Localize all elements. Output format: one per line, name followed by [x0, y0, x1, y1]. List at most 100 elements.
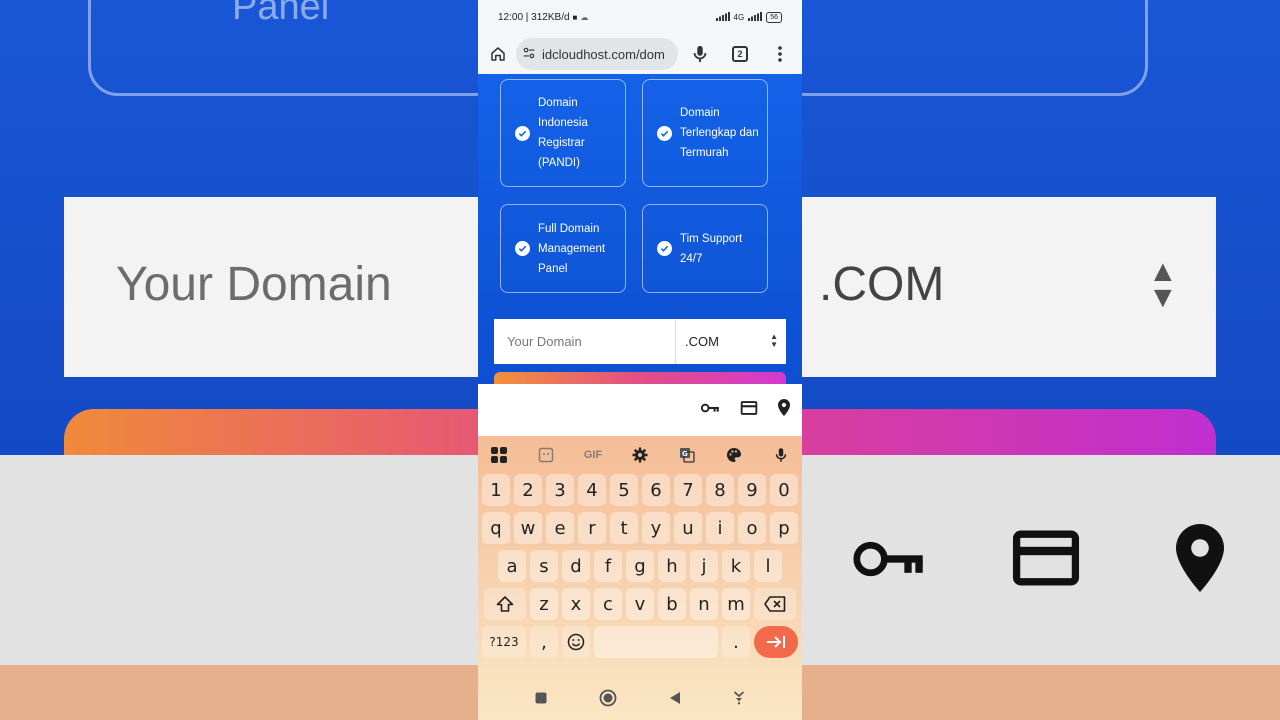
number-key[interactable]: 5	[610, 474, 638, 506]
back-triangle-icon[interactable]	[669, 691, 681, 710]
letter-key[interactable]: i	[706, 512, 734, 544]
letter-key[interactable]: l	[754, 550, 782, 582]
bg-tld: .COM	[819, 258, 945, 311]
battery-icon: 56	[766, 11, 782, 23]
number-row: 1234567890	[478, 474, 802, 506]
number-key[interactable]: 4	[578, 474, 606, 506]
letter-key[interactable]: p	[770, 512, 798, 544]
bg-select-arrows-icon: ▲ ▼	[1148, 255, 1178, 314]
letter-key[interactable]: t	[610, 512, 638, 544]
more-menu-icon[interactable]	[768, 42, 792, 66]
bottom-row: ?123 , .	[478, 626, 802, 658]
feature-label: Full Domain Management Panel	[538, 222, 606, 275]
letter-key[interactable]: x	[562, 588, 590, 620]
letter-key[interactable]: k	[722, 550, 750, 582]
domain-search-form: .COM ▲▼	[494, 319, 786, 364]
letter-row-a: asdfghjkl	[478, 550, 802, 582]
network-label: 4G	[733, 12, 745, 22]
emoji-key[interactable]	[562, 626, 590, 658]
system-nav-bar	[478, 680, 802, 720]
payment-card-icon[interactable]	[740, 400, 758, 420]
search-domain-button[interactable]	[494, 372, 786, 384]
number-key[interactable]: 8	[706, 474, 734, 506]
settings-gear-icon[interactable]	[629, 444, 651, 466]
letter-key[interactable]: v	[626, 588, 654, 620]
tld-select[interactable]: .COM ▲ ▼	[676, 319, 786, 364]
browser-toolbar: idcloudhost.com/dom 2	[478, 34, 802, 74]
check-icon	[515, 125, 530, 141]
feature-label: Domain Indonesia Registrar (PANDI)	[538, 97, 588, 169]
select-arrows-icon: ▲ ▼	[770, 332, 778, 349]
address-location-icon[interactable]	[778, 399, 790, 421]
status-bar: 12:00 | 312KB/d ■ ☁ 4G 56	[478, 0, 802, 34]
letter-key[interactable]: e	[546, 512, 574, 544]
keyboard-hide-icon[interactable]	[733, 690, 745, 710]
bg-location-icon	[1176, 524, 1224, 597]
address-bar[interactable]: idcloudhost.com/dom	[516, 38, 678, 70]
letter-row-q: qwertyuiop	[478, 512, 802, 544]
number-key[interactable]: 3	[546, 474, 574, 506]
mic-icon[interactable]	[688, 42, 712, 66]
letter-key[interactable]: f	[594, 550, 622, 582]
letter-row-z: zxcvbnm	[478, 588, 802, 620]
check-icon	[657, 125, 672, 141]
bg-card-icon	[1012, 530, 1080, 591]
letter-key[interactable]: j	[690, 550, 718, 582]
letter-key[interactable]: a	[498, 550, 526, 582]
number-key[interactable]: 6	[642, 474, 670, 506]
letter-key[interactable]: u	[674, 512, 702, 544]
apps-grid-icon[interactable]	[488, 444, 510, 466]
period-key[interactable]: .	[722, 626, 750, 658]
number-key[interactable]: 9	[738, 474, 766, 506]
letter-key[interactable]: d	[562, 550, 590, 582]
letter-key[interactable]: s	[530, 550, 558, 582]
tab-switcher-button[interactable]: 2	[728, 42, 752, 66]
home-icon[interactable]	[486, 42, 510, 66]
feature-card-support: Tim Support 24/7	[642, 204, 768, 293]
voice-input-icon[interactable]	[770, 444, 792, 466]
letter-key[interactable]: w	[514, 512, 542, 544]
space-key[interactable]	[594, 626, 718, 658]
recents-square-icon[interactable]	[535, 691, 547, 709]
letter-key[interactable]: r	[578, 512, 606, 544]
letter-key[interactable]: q	[482, 512, 510, 544]
number-key[interactable]: 2	[514, 474, 542, 506]
enter-next-key[interactable]	[754, 626, 798, 658]
gif-button[interactable]: GIF	[582, 444, 604, 466]
letter-key[interactable]: b	[658, 588, 686, 620]
feature-label: Tim Support 24/7	[680, 232, 743, 265]
phone-screen: 12:00 | 312KB/d ■ ☁ 4G 56 idcloudhost.co…	[478, 0, 802, 720]
symbols-key[interactable]: ?123	[482, 626, 526, 658]
letter-key[interactable]: c	[594, 588, 622, 620]
bg-frame-text: Panel	[232, 0, 330, 28]
number-key[interactable]: 1	[482, 474, 510, 506]
url-text: idcloudhost.com/dom	[542, 46, 665, 62]
feature-label: Domain Terlengkap dan Termurah	[680, 107, 759, 159]
letter-key[interactable]: h	[658, 550, 686, 582]
check-icon	[515, 241, 530, 256]
translate-icon[interactable]: G	[676, 444, 698, 466]
home-circle-icon[interactable]	[599, 689, 617, 712]
site-settings-icon[interactable]	[522, 46, 536, 63]
letter-key[interactable]: n	[690, 588, 718, 620]
letter-key[interactable]: m	[722, 588, 750, 620]
bg-domain-placeholder: Your Domain	[116, 258, 392, 311]
cloud-icon: ☁	[580, 12, 589, 22]
letter-key[interactable]: z	[530, 588, 558, 620]
feature-card-cheapest: Domain Terlengkap dan Termurah	[642, 79, 768, 187]
feature-card-registrar: Domain Indonesia Registrar (PANDI)	[500, 79, 626, 187]
theme-palette-icon[interactable]	[723, 444, 745, 466]
letter-key[interactable]: y	[642, 512, 670, 544]
tab-count: 2	[732, 46, 748, 62]
letter-key[interactable]: o	[738, 512, 766, 544]
comma-key[interactable]: ,	[530, 626, 558, 658]
backspace-key[interactable]	[754, 588, 796, 620]
number-key[interactable]: 0	[770, 474, 798, 506]
domain-input[interactable]	[494, 319, 676, 364]
number-key[interactable]: 7	[674, 474, 702, 506]
tld-value: .COM	[685, 334, 719, 349]
password-key-icon[interactable]	[700, 401, 720, 419]
shift-key[interactable]	[484, 588, 526, 620]
sticker-icon[interactable]	[535, 444, 557, 466]
letter-key[interactable]: g	[626, 550, 654, 582]
